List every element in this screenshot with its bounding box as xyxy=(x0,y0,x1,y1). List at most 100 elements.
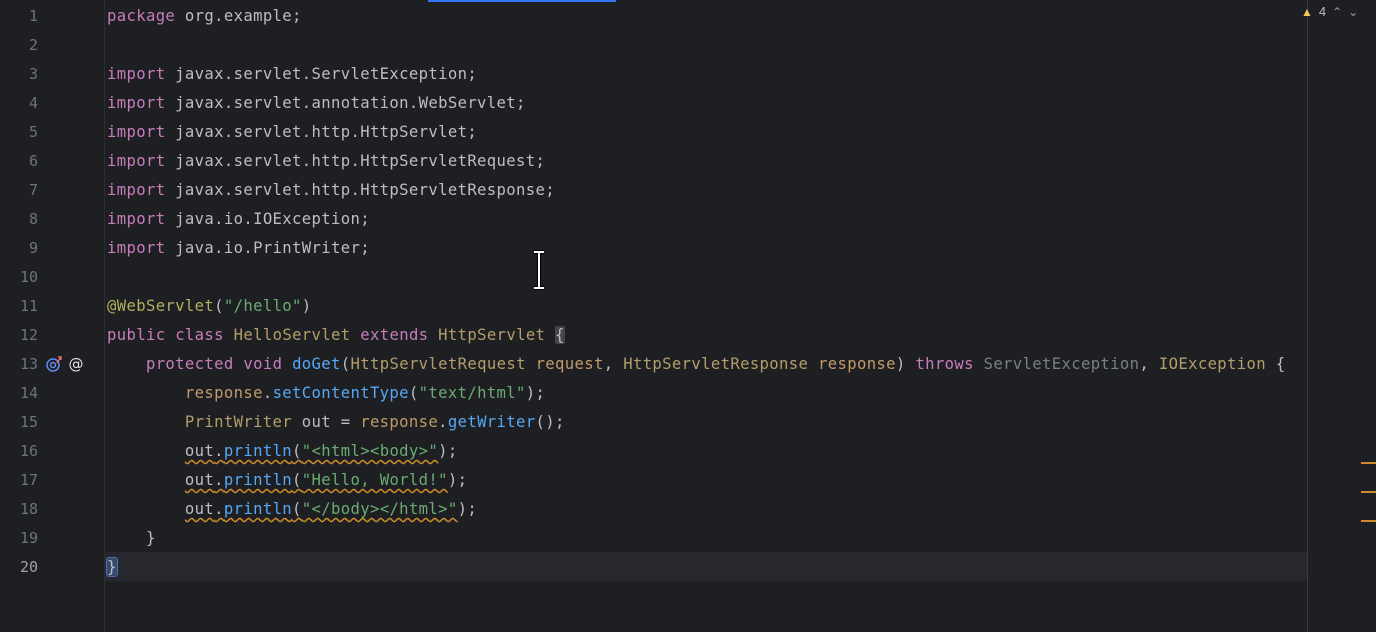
line-number: 1 xyxy=(28,7,38,25)
code-line-8[interactable]: import java.io.IOException; xyxy=(107,205,370,234)
punctuation: ); xyxy=(525,384,546,402)
method-name: doGet xyxy=(292,355,341,373)
warning-stripe-marker[interactable] xyxy=(1361,491,1376,493)
line-number: 10 xyxy=(19,268,38,286)
param-name: request xyxy=(535,355,604,373)
code-line-15[interactable]: PrintWriter out = response.getWriter(); xyxy=(107,408,565,437)
line-number: 8 xyxy=(28,210,38,228)
keyword: class xyxy=(175,326,224,344)
code-line-4[interactable]: import javax.servlet.annotation.WebServl… xyxy=(107,89,526,118)
punctuation: ) xyxy=(301,297,312,315)
warning-span[interactable]: out.println("</body></html>" xyxy=(185,500,458,518)
punctuation: ( xyxy=(214,297,224,315)
code-editor[interactable]: 1 2 3 4 5 6 7 8 9 10 11 12 13 14 15 16 1… xyxy=(0,0,1376,632)
line-number: 14 xyxy=(19,384,38,402)
code-line-7[interactable]: import javax.servlet.http.HttpServletRes… xyxy=(107,176,555,205)
variable: out xyxy=(184,471,215,489)
line-number: 16 xyxy=(19,442,38,460)
line-number: 7 xyxy=(28,181,38,199)
inspection-widget[interactable]: ▲ 4 ⌃ ⌄ xyxy=(1301,4,1358,19)
warning-stripe-marker[interactable] xyxy=(1361,520,1376,522)
variable: out xyxy=(184,442,215,460)
string-literal: "/hello" xyxy=(223,297,302,315)
line-number: 13 xyxy=(19,355,38,373)
line-number-gutter: 1 2 3 4 5 6 7 8 9 10 11 12 13 14 15 16 1… xyxy=(0,0,104,632)
warning-triangle-icon[interactable]: ▲ xyxy=(1301,5,1313,19)
punctuation: ); xyxy=(457,500,478,518)
horizontal-scroll-thumb[interactable] xyxy=(428,0,616,2)
line-number: 2 xyxy=(28,36,38,54)
warning-span[interactable]: out.println("<html><body>" xyxy=(185,442,438,460)
chevron-down-icon[interactable]: ⌄ xyxy=(1348,5,1358,19)
closing-brace: } xyxy=(145,529,156,547)
punctuation: ); xyxy=(447,471,468,489)
punctuation: ( xyxy=(292,471,302,489)
import-path: javax.servlet.ServletException; xyxy=(165,65,478,83)
line-number: 3 xyxy=(28,65,38,83)
code-line-13[interactable]: protected void doGet(HttpServletRequest … xyxy=(107,350,1286,379)
line-number: 12 xyxy=(19,326,38,344)
code-line-12[interactable]: public class HelloServlet extends HttpSe… xyxy=(107,321,565,350)
punctuation: , xyxy=(1139,355,1159,373)
import-path: javax.servlet.http.HttpServletResponse; xyxy=(165,181,555,199)
method-call: println xyxy=(223,500,293,518)
keyword: extends xyxy=(360,326,429,344)
code-line-19[interactable]: } xyxy=(107,524,156,553)
override-method-icon[interactable] xyxy=(44,354,64,374)
code-line-16[interactable]: out.println("<html><body>"); xyxy=(107,437,458,466)
line-number-current: 20 xyxy=(19,558,38,576)
warning-count[interactable]: 4 xyxy=(1319,4,1326,19)
warning-stripe-marker[interactable] xyxy=(1361,462,1376,464)
annotation-at-icon[interactable]: @ xyxy=(66,354,86,374)
line-number: 11 xyxy=(19,297,38,315)
punctuation: . xyxy=(214,500,224,518)
current-line-highlight xyxy=(0,552,1307,581)
punctuation: ) xyxy=(895,355,916,373)
keyword: void xyxy=(243,355,283,373)
code-line-17[interactable]: out.println("Hello, World!"); xyxy=(107,466,467,495)
code-line-3[interactable]: import javax.servlet.ServletException; xyxy=(107,60,477,89)
code-line-20[interactable]: } xyxy=(106,553,118,582)
code-line-11[interactable]: @WebServlet("/hello") xyxy=(107,292,312,321)
gutter-divider xyxy=(104,0,105,632)
class-name: HelloServlet xyxy=(233,326,351,344)
exception-type: ServletException xyxy=(983,355,1140,373)
punctuation: . xyxy=(214,471,224,489)
package-name: org.example; xyxy=(175,7,302,25)
code-line-5[interactable]: import javax.servlet.http.HttpServlet; xyxy=(107,118,477,147)
variable: out xyxy=(184,500,215,518)
param-name: response xyxy=(818,355,896,373)
line-number: 15 xyxy=(19,413,38,431)
parent-class-name: HttpServlet xyxy=(438,326,546,344)
string-literal: "</body></html>" xyxy=(301,500,458,518)
keyword: import xyxy=(107,239,166,257)
code-line-6[interactable]: import javax.servlet.http.HttpServletReq… xyxy=(107,147,545,176)
punctuation: . xyxy=(214,442,224,460)
punctuation: ( xyxy=(408,384,419,402)
variable: response xyxy=(360,413,439,431)
code-line-9[interactable]: import java.io.PrintWriter; xyxy=(107,234,370,263)
keyword: import xyxy=(107,181,166,199)
text-cursor-icon xyxy=(534,250,544,290)
line-number: 19 xyxy=(19,529,38,547)
chevron-up-icon[interactable]: ⌃ xyxy=(1332,5,1342,19)
annotation: @WebServlet xyxy=(107,297,215,315)
keyword: import xyxy=(107,94,166,112)
param-type: HttpServletResponse xyxy=(623,355,809,373)
line-number: 4 xyxy=(28,94,38,112)
matched-brace-caret: } xyxy=(106,557,118,577)
punctuation: ( xyxy=(292,442,302,460)
string-literal: "text/html" xyxy=(418,384,526,402)
keyword: import xyxy=(107,65,166,83)
method-call: getWriter xyxy=(447,413,536,431)
method-call: println xyxy=(223,471,293,489)
keyword: throws xyxy=(915,355,974,373)
warning-span[interactable]: out.println("Hello, World!" xyxy=(185,471,448,489)
line-number: 18 xyxy=(19,500,38,518)
code-line-18[interactable]: out.println("</body></html>"); xyxy=(107,495,477,524)
punctuation: ( xyxy=(292,500,302,518)
code-line-1[interactable]: package org.example; xyxy=(107,2,302,31)
code-line-14[interactable]: response.setContentType("text/html"); xyxy=(107,379,545,408)
punctuation: , xyxy=(603,355,624,373)
import-path: javax.servlet.http.HttpServlet; xyxy=(165,123,478,141)
